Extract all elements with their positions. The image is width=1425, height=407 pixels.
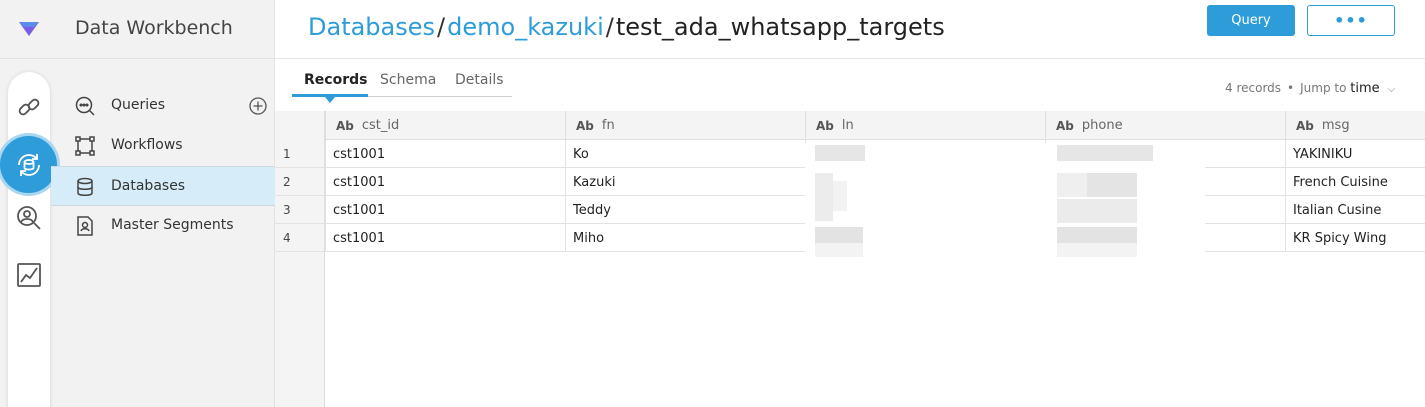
row-number: 2 <box>275 168 325 195</box>
column-name: ln <box>841 118 854 133</box>
column-header-fn[interactable]: Ab fn <box>565 111 805 140</box>
string-type-icon: Ab <box>336 118 354 133</box>
sidebar-item-queries[interactable]: Queries <box>51 86 275 126</box>
cell-msg[interactable]: Italian Cusine <box>1285 196 1425 223</box>
data-sync-icon[interactable] <box>0 136 57 193</box>
sidebar-item-label: Master Segments <box>111 217 234 233</box>
meta-separator: • <box>1287 81 1295 95</box>
profile-search-icon[interactable] <box>16 205 42 231</box>
sidebar-item-workflows[interactable]: Workflows <box>51 126 275 166</box>
workflow-icon <box>75 136 95 156</box>
jump-to-value: time <box>1350 81 1380 96</box>
column-header-cst-id[interactable]: Ab cst_id <box>325 111 565 140</box>
cell-fn[interactable]: Ko <box>565 140 805 167</box>
brand-bar: Data Workbench <box>0 0 275 59</box>
table-header: Ab cst_id Ab fn Ab ln Ab phone Ab msg <box>325 111 1425 140</box>
sidebar-item-label: Workflows <box>111 137 183 153</box>
sidebar-item-label: Queries <box>111 97 166 113</box>
column-name: msg <box>1321 118 1350 133</box>
more-options-button[interactable]: ••• <box>1307 5 1395 36</box>
icon-rail <box>8 72 50 407</box>
cell-cst-id[interactable]: cst1001 <box>325 196 565 223</box>
cell-fn[interactable]: Miho <box>565 224 805 251</box>
column-name: fn <box>601 118 615 133</box>
record-count: 4 records <box>1225 81 1282 95</box>
column-header-phone[interactable]: Ab phone <box>1045 111 1285 140</box>
sidebar-nav: Queries Workflows Databases Master Segme… <box>51 86 275 246</box>
row-number: 4 <box>275 224 325 251</box>
records-meta: 4 records • Jump to time ⌵ <box>1225 81 1395 96</box>
app-title: Data Workbench <box>75 17 233 39</box>
sidebar: Data Workbench Queries Workflows Databas… <box>0 0 275 407</box>
column-name: cst_id <box>361 118 400 133</box>
records-table: Ab cst_id Ab fn Ab ln Ab phone Ab msg 1 cst10… <box>275 111 1425 407</box>
tab-schema[interactable]: Schema <box>380 72 436 88</box>
string-type-icon: Ab <box>816 118 834 133</box>
redaction-mosaic <box>805 143 1205 261</box>
breadcrumb-databases-link[interactable]: Databases <box>308 13 435 41</box>
main-panel: Databases/demo_kazuki/test_ada_whatsapp_… <box>275 0 1425 407</box>
breadcrumb: Databases/demo_kazuki/test_ada_whatsapp_… <box>308 13 945 41</box>
database-icon <box>75 177 95 197</box>
row-number: 1 <box>275 140 325 167</box>
tab-records[interactable]: Records <box>304 72 367 88</box>
cell-msg[interactable]: French Cuisine <box>1285 168 1425 195</box>
cell-fn[interactable]: Teddy <box>565 196 805 223</box>
breadcrumb-database-link[interactable]: demo_kazuki <box>447 13 604 41</box>
breadcrumb-separator: / <box>437 13 446 41</box>
add-query-icon[interactable] <box>249 97 267 115</box>
query-button[interactable]: Query <box>1207 5 1295 36</box>
active-tab-caret <box>325 97 335 103</box>
page-title: test_ada_whatsapp_targets <box>615 13 945 41</box>
tab-details[interactable]: Details <box>455 72 504 88</box>
jump-to-label: Jump to <box>1300 81 1347 95</box>
chevron-down-icon: ⌵ <box>1387 84 1396 95</box>
cell-cst-id[interactable]: cst1001 <box>325 224 565 251</box>
column-header-msg[interactable]: Ab msg <box>1285 111 1425 140</box>
breadcrumb-separator: / <box>605 13 614 41</box>
cell-msg[interactable]: YAKINIKU <box>1285 140 1425 167</box>
cell-fn[interactable]: Kazuki <box>565 168 805 195</box>
cell-msg[interactable]: KR Spicy Wing <box>1285 224 1425 251</box>
sidebar-item-label: Databases <box>111 178 186 194</box>
logo-icon[interactable] <box>17 20 41 42</box>
sidebar-item-master-segments[interactable]: Master Segments <box>51 206 275 246</box>
string-type-icon: Ab <box>1056 118 1074 133</box>
link-icon[interactable] <box>16 94 42 120</box>
query-icon <box>75 96 95 116</box>
tab-bar: Records Schema Details <box>292 66 512 103</box>
cell-cst-id[interactable]: cst1001 <box>325 168 565 195</box>
column-header-ln[interactable]: Ab ln <box>805 111 1045 140</box>
jump-to-select[interactable]: time ⌵ <box>1350 81 1396 96</box>
page-header: Databases/demo_kazuki/test_ada_whatsapp_… <box>275 0 1425 59</box>
string-type-icon: Ab <box>1296 118 1314 133</box>
app: Data Workbench Queries Workflows Databas… <box>0 0 1425 407</box>
column-name: phone <box>1081 118 1123 133</box>
sidebar-item-databases[interactable]: Databases <box>51 166 275 206</box>
chart-icon[interactable] <box>16 262 42 288</box>
segment-icon <box>75 216 95 236</box>
cell-cst-id[interactable]: cst1001 <box>325 140 565 167</box>
string-type-icon: Ab <box>576 118 594 133</box>
row-number: 3 <box>275 196 325 223</box>
